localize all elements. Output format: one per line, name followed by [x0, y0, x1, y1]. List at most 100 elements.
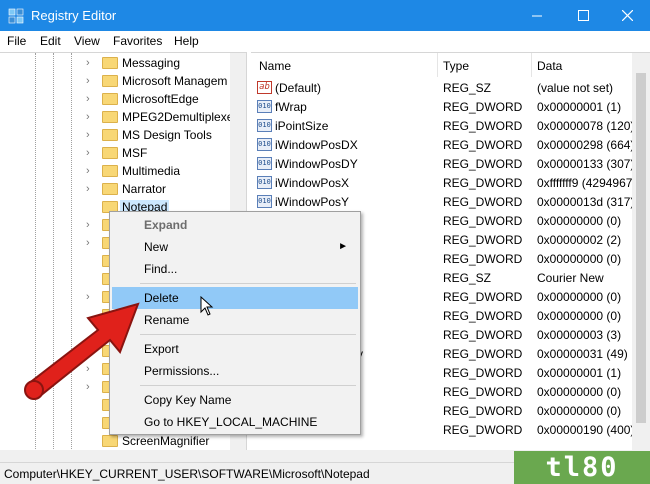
tree-item-label: Messaging: [122, 56, 181, 70]
column-type[interactable]: Type: [443, 59, 469, 73]
menu-file[interactable]: File: [7, 34, 26, 48]
registry-editor-icon: [8, 8, 24, 24]
value-data: (value not set): [537, 81, 614, 95]
value-data: 0x00000000 (0): [537, 309, 622, 323]
tree-item-microsoftedge[interactable]: › MicrosoftEdge: [86, 90, 246, 108]
value-data: 0x00000298 (664): [537, 138, 635, 152]
column-name[interactable]: Name: [259, 59, 291, 73]
value-data: 0x00000000 (0): [537, 290, 622, 304]
tree-item-messaging[interactable]: › Messaging: [86, 54, 246, 72]
value-data: 0x00000000 (0): [537, 385, 622, 399]
menu-view[interactable]: View: [74, 34, 100, 48]
mouse-cursor-icon: [200, 296, 214, 316]
value-row[interactable]: 010 iWindowPosDX REG_DWORD 0x00000298 (664): [251, 135, 635, 154]
menu-item-find[interactable]: Find...: [112, 258, 358, 280]
value-type: REG_DWORD: [443, 195, 523, 209]
value-row[interactable]: 010 iWindowPosX REG_DWORD 0xfffffff9 (42949…: [251, 173, 632, 192]
menu-item-expand[interactable]: Expand: [112, 214, 358, 236]
tree-item-label: Microsoft Managem: [122, 74, 228, 88]
status-path: Computer\HKEY_CURRENT_USER\SOFTWARE\Micr…: [4, 467, 370, 481]
menu-item-goto-hklm[interactable]: Go to HKEY_LOCAL_MACHINE: [112, 411, 358, 433]
dword-value-icon: 010: [257, 157, 272, 170]
tree-item-microsoft-management[interactable]: › Microsoft Managem: [86, 72, 246, 90]
tree-item-label: MicrosoftEdge: [122, 92, 199, 106]
expand-chevron-icon[interactable]: ›: [86, 237, 96, 249]
tree-item-narrator[interactable]: › Narrator: [86, 180, 246, 198]
folder-icon: [102, 93, 118, 105]
values-scrollbar[interactable]: [632, 53, 650, 450]
expand-chevron-icon[interactable]: ›: [86, 75, 96, 87]
column-data[interactable]: Data: [537, 59, 562, 73]
value-type: REG_DWORD: [443, 328, 523, 342]
value-row[interactable]: 010 iPointSize REG_DWORD 0x00000078 (120): [251, 116, 635, 135]
value-name: iWindowPosDY: [275, 157, 358, 171]
dword-value-icon: 010: [257, 176, 272, 189]
expand-chevron-icon[interactable]: ›: [86, 57, 96, 69]
expand-chevron-icon[interactable]: ›: [86, 165, 96, 177]
maximize-button[interactable]: [560, 0, 606, 31]
menu-bar: File Edit View Favorites Help: [0, 31, 650, 51]
close-button[interactable]: [604, 0, 650, 31]
value-type: REG_DWORD: [443, 385, 523, 399]
dword-value-icon: 010: [257, 100, 272, 113]
menu-item-label: Find...: [144, 262, 178, 276]
value-row[interactable]: ab (Default) REG_SZ (value not set): [251, 78, 632, 97]
menu-item-new[interactable]: New ►: [112, 236, 358, 258]
tree-item-label: MPEG2Demultiplexe: [122, 110, 234, 124]
value-name: iWindowPosY: [275, 195, 350, 209]
menu-item-label: Expand: [144, 218, 188, 232]
menu-edit[interactable]: Edit: [40, 34, 61, 48]
menu-item-label: Rename: [144, 313, 190, 327]
value-type: REG_SZ: [443, 81, 492, 95]
expand-chevron-icon[interactable]: ›: [86, 111, 96, 123]
column-divider[interactable]: [531, 53, 532, 77]
tree-item-label: MSF: [122, 146, 148, 160]
site-logo: tl80: [514, 451, 650, 484]
expand-chevron-icon[interactable]: ›: [86, 93, 96, 105]
folder-icon: [102, 111, 118, 123]
folder-icon: [102, 129, 118, 141]
column-divider[interactable]: [437, 53, 438, 77]
scrollbar-thumb[interactable]: [636, 73, 646, 423]
window-title: Registry Editor: [31, 8, 117, 23]
value-data: Courier New: [537, 271, 604, 285]
menu-item-label: Copy Key Name: [144, 393, 232, 407]
string-value-icon: ab: [257, 81, 272, 94]
menu-item-label: Permissions...: [144, 364, 220, 378]
value-data: 0x00000002 (2): [537, 233, 622, 247]
menu-separator: [140, 334, 356, 335]
value-type: REG_DWORD: [443, 119, 523, 133]
value-type: REG_DWORD: [443, 176, 523, 190]
submenu-arrow-icon: ►: [338, 241, 348, 252]
tree-item-ms-design-tools[interactable]: › MS Design Tools: [86, 126, 246, 144]
tree-item-label: Narrator: [122, 182, 167, 196]
folder-icon: [102, 165, 118, 177]
menu-favorites[interactable]: Favorites: [113, 34, 162, 48]
value-data: 0x0000013d (317): [537, 195, 635, 209]
dword-value-icon: 010: [257, 119, 272, 132]
value-data: 0xfffffff9 (4294967: [537, 176, 633, 190]
value-name: iWindowPosDX: [275, 138, 358, 152]
value-row[interactable]: 010 iWindowPosY REG_DWORD 0x0000013d (317): [251, 192, 635, 211]
value-data: 0x00000001 (1): [537, 366, 622, 380]
menu-help[interactable]: Help: [174, 34, 199, 48]
tree-item-multimedia[interactable]: › Multimedia: [86, 162, 246, 180]
value-data: 0x00000078 (120): [537, 119, 635, 133]
value-row[interactable]: 010 iWindowPosDY REG_DWORD 0x00000133 (307): [251, 154, 634, 173]
expand-chevron-icon[interactable]: ›: [86, 129, 96, 141]
tree-item-msf[interactable]: › MSF: [86, 144, 246, 162]
value-data: 0x00000000 (0): [537, 404, 622, 418]
value-row[interactable]: 010 fWrap REG_DWORD 0x00000001 (1): [251, 97, 632, 116]
expand-chevron-icon[interactable]: ›: [86, 147, 96, 159]
dword-value-icon: 010: [257, 195, 272, 208]
tree-item-label: Multimedia: [122, 164, 181, 178]
value-type: REG_DWORD: [443, 290, 523, 304]
expand-chevron-icon[interactable]: ›: [86, 219, 96, 231]
minimize-button[interactable]: [514, 0, 560, 31]
value-type: REG_SZ: [443, 271, 492, 285]
maximize-icon: [577, 10, 589, 21]
value-name: iPointSize: [275, 119, 329, 133]
expand-chevron-icon[interactable]: ›: [86, 183, 96, 195]
tree-item-mpeg2demultiplexer[interactable]: › MPEG2Demultiplexe: [86, 108, 246, 126]
value-type: REG_DWORD: [443, 214, 523, 228]
